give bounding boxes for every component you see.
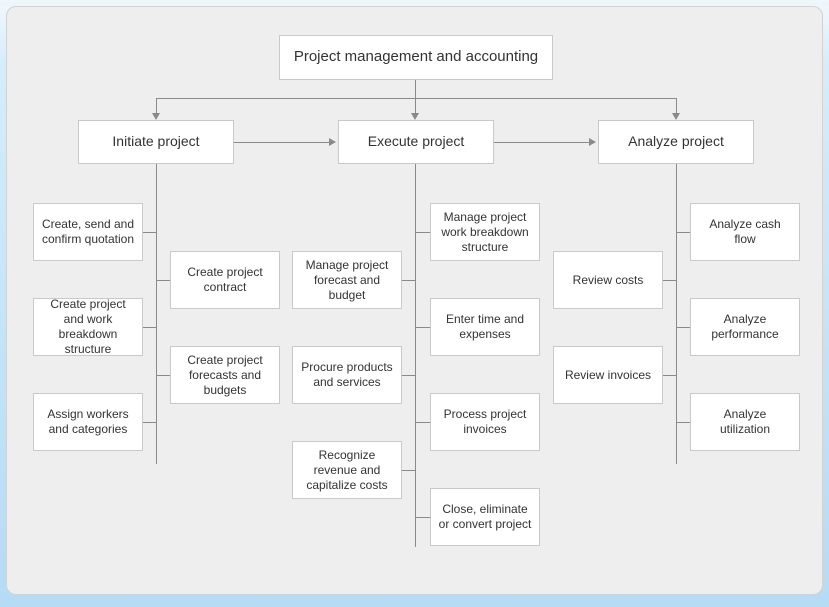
execute-task: Enter time and expenses — [430, 298, 540, 356]
initiate-task: Create project contract — [170, 251, 280, 309]
phase-execute: Execute project — [338, 120, 494, 164]
execute-task: Process project invoices — [430, 393, 540, 451]
analyze-task: Review costs — [553, 251, 663, 309]
execute-task: Recognize revenue and capitalize costs — [292, 441, 402, 499]
initiate-task: Create project forecasts and budgets — [170, 346, 280, 404]
diagram-canvas: Project management and accounting Initia… — [6, 6, 823, 595]
initiate-task: Assign workers and categories — [33, 393, 143, 451]
execute-task: Manage project work breakdown structure — [430, 203, 540, 261]
initiate-task: Create project and work breakdown struct… — [33, 298, 143, 356]
analyze-task: Analyze utilization — [690, 393, 800, 451]
execute-task: Close, eliminate or convert project — [430, 488, 540, 546]
phase-initiate: Initiate project — [78, 120, 234, 164]
initiate-task: Create, send and confirm quotation — [33, 203, 143, 261]
analyze-task: Analyze performance — [690, 298, 800, 356]
root-node: Project management and accounting — [279, 35, 553, 80]
phase-analyze: Analyze project — [598, 120, 754, 164]
analyze-task: Analyze cash flow — [690, 203, 800, 261]
execute-task: Procure products and services — [292, 346, 402, 404]
execute-task: Manage project forecast and budget — [292, 251, 402, 309]
analyze-task: Review invoices — [553, 346, 663, 404]
